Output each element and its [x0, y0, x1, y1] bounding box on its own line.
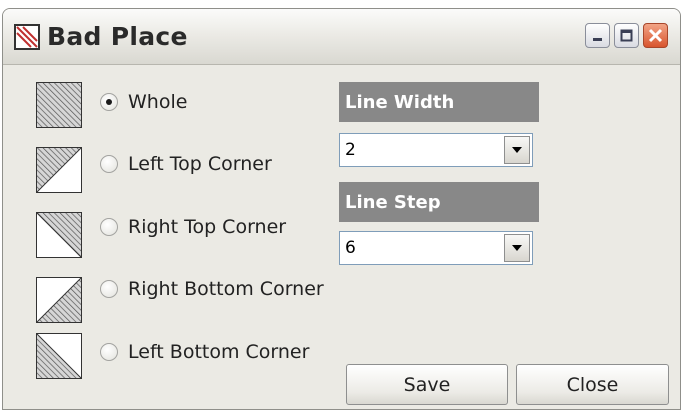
right-bottom-corner-pattern-icon: [36, 277, 82, 323]
radio-button[interactable]: [100, 343, 118, 361]
radio-option-right-bottom-corner[interactable]: Right Bottom Corner: [100, 276, 324, 302]
maximize-icon: [620, 29, 633, 42]
line-width-value: 2: [345, 140, 356, 160]
right-top-corner-pattern-icon: [36, 212, 82, 258]
line-width-label: Line Width: [339, 82, 539, 122]
minimize-button[interactable]: [585, 23, 610, 48]
dropdown-arrow-button[interactable]: [504, 234, 530, 262]
radio-button[interactable]: [100, 280, 118, 298]
left-bottom-corner-pattern-icon: [36, 333, 82, 379]
left-top-corner-pattern-icon: [36, 147, 82, 193]
radio-option-left-bottom-corner[interactable]: Left Bottom Corner: [100, 339, 309, 365]
radio-label: Right Bottom Corner: [128, 278, 324, 300]
close-window-button[interactable]: [643, 23, 668, 48]
radio-option-left-top-corner[interactable]: Left Top Corner: [100, 151, 272, 177]
line-step-label: Line Step: [339, 182, 539, 222]
radio-label: Left Bottom Corner: [128, 341, 310, 363]
window-title: Bad Place: [47, 22, 188, 51]
whole-pattern-icon: [36, 82, 82, 128]
close-icon: [648, 28, 663, 43]
radio-label: Right Top Corner: [128, 216, 287, 238]
title-bar[interactable]: Bad Place: [3, 9, 680, 65]
radio-button[interactable]: [100, 218, 118, 236]
close-button[interactable]: Close: [516, 364, 669, 405]
minimize-icon: [593, 38, 602, 41]
radio-label: Left Top Corner: [128, 153, 272, 175]
chevron-down-icon: [512, 245, 522, 251]
dropdown-arrow-button[interactable]: [504, 136, 530, 164]
app-icon: [14, 24, 40, 50]
line-step-select[interactable]: 6: [339, 231, 533, 265]
line-width-select[interactable]: 2: [339, 133, 533, 167]
radio-option-whole[interactable]: Whole: [100, 89, 187, 115]
bad-place-window: Bad Place Whole Left Top Corner Right To…: [2, 8, 681, 410]
maximize-button[interactable]: [614, 23, 639, 48]
save-button[interactable]: Save: [346, 364, 508, 405]
radio-button[interactable]: [100, 155, 118, 173]
chevron-down-icon: [512, 147, 522, 153]
radio-label: Whole: [128, 91, 188, 113]
radio-option-right-top-corner[interactable]: Right Top Corner: [100, 214, 286, 240]
line-step-value: 6: [345, 238, 356, 258]
radio-button[interactable]: [100, 93, 118, 111]
